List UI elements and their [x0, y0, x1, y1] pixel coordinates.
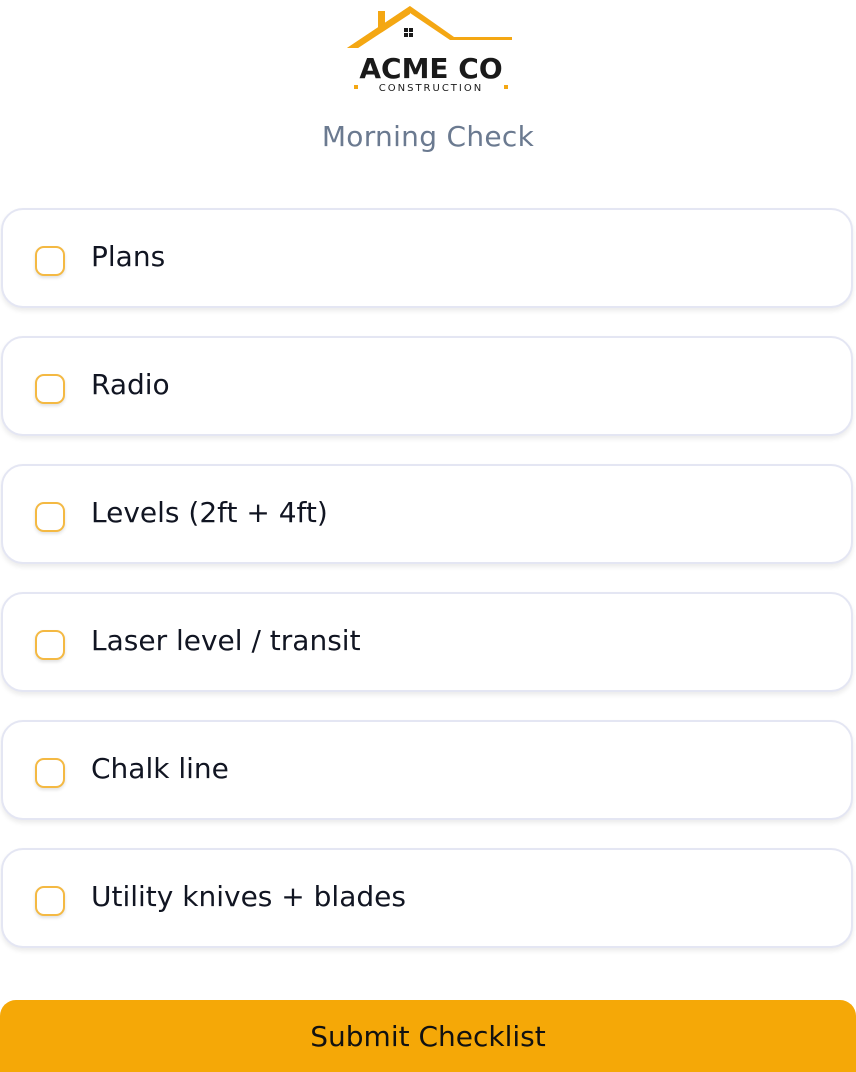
checkbox[interactable]	[35, 630, 65, 660]
checklist-item-label: Laser level / transit	[91, 624, 361, 657]
submit-checklist-button[interactable]: Submit Checklist	[0, 1000, 856, 1072]
checkbox[interactable]	[35, 758, 65, 788]
logo-name: ACME CO	[359, 52, 502, 85]
checklist-item-label: Radio	[91, 368, 170, 401]
checklist-item-laser-level[interactable]: Laser level / transit	[1, 592, 853, 692]
checklist-item-label: Utility knives + blades	[91, 880, 406, 913]
checklist-item-levels[interactable]: Levels (2ft + 4ft)	[1, 464, 853, 564]
checkbox[interactable]	[35, 502, 65, 532]
company-logo: ACME CO CONSTRUCTION	[344, 4, 514, 96]
checklist-item-chalk-line[interactable]: Chalk line	[1, 720, 853, 820]
checklist-item-label: Chalk line	[91, 752, 229, 785]
checkbox[interactable]	[35, 246, 65, 276]
checkbox[interactable]	[35, 374, 65, 404]
checkbox[interactable]	[35, 886, 65, 916]
checklist-item-radio[interactable]: Radio	[1, 336, 853, 436]
logo-tagline: CONSTRUCTION	[379, 83, 483, 94]
checklist-item-label: Plans	[91, 240, 166, 273]
page-subtitle: Morning Check	[321, 120, 535, 153]
checklist-item-label: Levels (2ft + 4ft)	[91, 496, 328, 529]
checklist-item-utility-knives[interactable]: Utility knives + blades	[1, 848, 853, 948]
checklist-item-plans[interactable]: Plans	[1, 208, 853, 308]
